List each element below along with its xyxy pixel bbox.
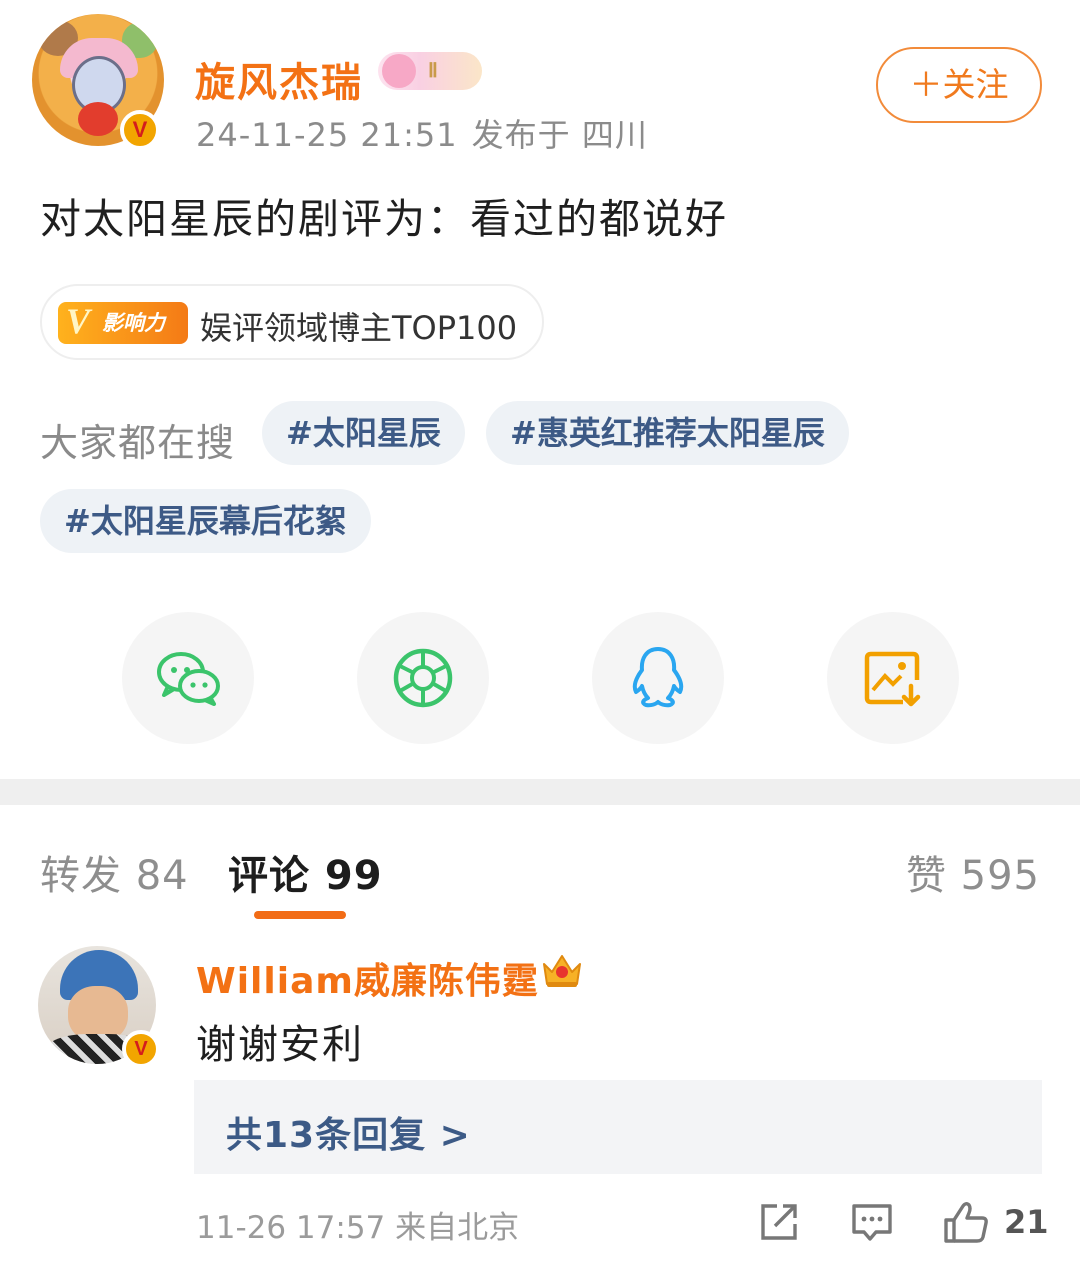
post-timestamp: 24-11-25 21:51: [196, 116, 458, 154]
save-image-button[interactable]: [827, 612, 959, 744]
replies-box[interactable]: 共13条回复 >: [194, 1080, 1042, 1174]
share-wechat-button[interactable]: [122, 612, 254, 744]
influence-text: 娱评领域博主TOP100: [200, 309, 518, 347]
comment-location: 来自北京: [395, 1210, 520, 1246]
post-location: 发布于 四川: [471, 116, 648, 154]
pig-icon: [382, 54, 416, 88]
share-icon[interactable]: [757, 1200, 801, 1244]
qq-icon: [632, 647, 684, 708]
post-body-text: 对太阳星辰的剧评为：看过的都说好: [40, 195, 728, 243]
trending-tag[interactable]: #太阳星辰: [262, 401, 465, 465]
comment-meta: 11-26 17:57 来自北京: [196, 1202, 519, 1247]
comment-time: 11-26 17:57: [196, 1210, 386, 1246]
verified-badge-icon: V: [122, 1030, 160, 1068]
like-icon[interactable]: [942, 1200, 990, 1244]
share-moments-button[interactable]: [357, 612, 489, 744]
moments-icon: [393, 648, 453, 708]
influence-tag-icon: V 影响力: [58, 301, 188, 344]
tab-like[interactable]: 赞 595: [906, 843, 1040, 901]
crown-icon: [543, 955, 581, 987]
trending-search-label: 大家都在搜: [40, 421, 236, 465]
comment-text: 谢谢安利: [196, 1022, 364, 1068]
active-tab-indicator: [254, 911, 346, 919]
influence-badge[interactable]: V 影响力 娱评领域博主TOP100: [40, 284, 544, 360]
trending-tag[interactable]: #惠英红推荐太阳星辰: [486, 401, 849, 465]
view-replies-link[interactable]: 共13条回复 >: [226, 1106, 471, 1158]
comment-icon[interactable]: [850, 1200, 894, 1244]
comment-avatar[interactable]: V: [38, 946, 160, 1068]
fan-level-badge[interactable]: Ⅱ: [378, 52, 482, 90]
post-author-name[interactable]: 旋风杰瑞: [195, 50, 363, 108]
trending-tag[interactable]: #太阳星辰幕后花絮: [40, 489, 371, 553]
like-count: 21: [1004, 1203, 1049, 1241]
comment-username[interactable]: William威廉陈伟霆: [196, 952, 539, 1004]
post-author-avatar[interactable]: V: [32, 14, 164, 152]
tab-repost[interactable]: 转发 84: [40, 843, 189, 901]
share-qq-button[interactable]: [592, 612, 724, 744]
section-divider: [0, 779, 1080, 805]
fan-level-text: Ⅱ: [428, 60, 438, 82]
tab-comment[interactable]: 评论 99: [228, 843, 383, 901]
verified-badge-icon: V: [120, 110, 160, 150]
follow-button[interactable]: ＋关注: [876, 47, 1042, 123]
save-image-icon: [864, 651, 921, 707]
wechat-icon: [157, 652, 220, 706]
post-meta: 24-11-25 21:51 发布于 四川: [196, 110, 648, 156]
